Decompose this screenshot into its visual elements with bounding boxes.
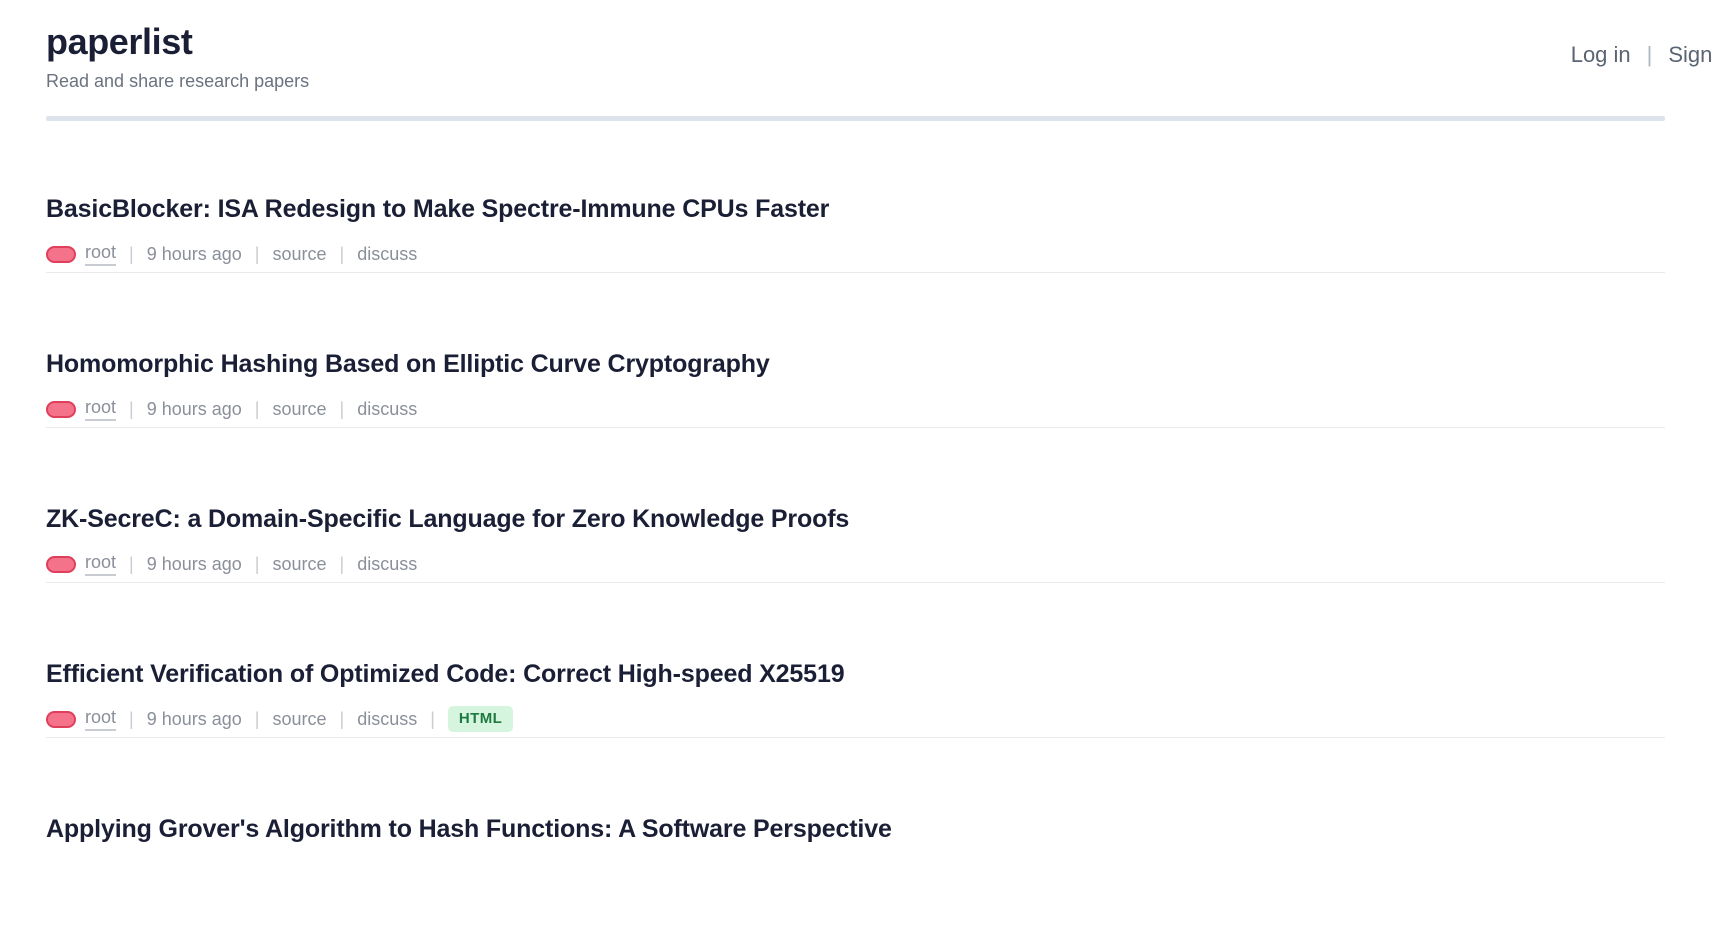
paper-title-link[interactable]: BasicBlocker: ISA Redesign to Make Spect… [46, 194, 829, 224]
paper-author-link[interactable]: root [85, 552, 117, 576]
meta-separator: | [254, 398, 260, 419]
paper-meta: root | 9 hours ago | source | discuss | HTML [46, 706, 1665, 732]
site-title[interactable]: paperlist [46, 21, 309, 62]
site-header: paperlist Read and share research papers… [0, 0, 1711, 121]
meta-separator: | [254, 708, 260, 729]
capsule-pill-icon [46, 710, 76, 728]
meta-separator: | [129, 708, 134, 729]
paperlist-page: paperlist Read and share research papers… [0, 0, 1711, 935]
paper-author-link[interactable]: root [85, 397, 117, 421]
paper-title-link[interactable]: ZK-SecreC: a Domain-Specific Language fo… [46, 504, 849, 534]
paper-author-link[interactable]: root [85, 242, 117, 266]
capsule-pill-icon [46, 555, 76, 573]
meta-separator: | [339, 243, 345, 264]
paper-row: Homomorphic Hashing Based on Elliptic Cu… [46, 273, 1665, 428]
paper-meta: root | 9 hours ago | source | discuss [46, 552, 1665, 576]
paper-title-link[interactable]: Homomorphic Hashing Based on Elliptic Cu… [46, 349, 770, 379]
sign-up-link[interactable]: Sign up [1668, 42, 1711, 68]
paper-author-link[interactable]: root [85, 707, 117, 731]
paper-title-wrap: Efficient Verification of Optimized Code… [46, 583, 1665, 689]
paper-title-wrap: ZK-SecreC: a Domain-Specific Language fo… [46, 428, 1665, 534]
paper-source-link[interactable]: source [272, 709, 326, 730]
capsule-pill-icon [46, 400, 76, 418]
paper-discuss-link[interactable]: discuss [357, 244, 417, 265]
auth-nav: Log in | Sign up [1571, 42, 1711, 68]
paper-row: ZK-SecreC: a Domain-Specific Language fo… [46, 428, 1665, 583]
auth-separator: | [1646, 42, 1653, 67]
paper-discuss-link[interactable]: discuss [357, 399, 417, 420]
paper-title-wrap: Homomorphic Hashing Based on Elliptic Cu… [46, 273, 1665, 379]
paper-row: Applying Grover's Algorithm to Hash Func… [46, 738, 1665, 844]
capsule-pill-icon [46, 245, 76, 263]
paper-format-badge[interactable]: HTML [447, 706, 514, 732]
paper-title-wrap: BasicBlocker: ISA Redesign to Make Spect… [46, 118, 1665, 224]
meta-separator: | [254, 243, 260, 264]
paper-source-link[interactable]: source [272, 399, 326, 420]
paper-source-link[interactable]: source [272, 554, 326, 575]
paper-title-link[interactable]: Efficient Verification of Optimized Code… [46, 659, 845, 689]
paper-row: Efficient Verification of Optimized Code… [46, 583, 1665, 738]
paper-source-link[interactable]: source [272, 244, 326, 265]
paper-timestamp: 9 hours ago [146, 243, 242, 264]
paper-timestamp: 9 hours ago [146, 398, 242, 419]
meta-separator: | [254, 553, 260, 574]
paper-timestamp: 9 hours ago [146, 553, 242, 574]
meta-separator: | [129, 243, 134, 264]
paper-title-wrap: Applying Grover's Algorithm to Hash Func… [46, 738, 1665, 844]
paper-meta: root | 9 hours ago | source | discuss [46, 242, 1665, 266]
log-in-link[interactable]: Log in [1571, 42, 1631, 68]
paper-timestamp: 9 hours ago [146, 708, 242, 729]
meta-separator: | [339, 398, 345, 419]
header-inner: paperlist Read and share research papers… [46, 21, 1711, 95]
site-tagline: Read and share research papers [46, 71, 310, 92]
meta-separator: | [339, 708, 345, 729]
paper-list: BasicBlocker: ISA Redesign to Make Spect… [0, 118, 1711, 844]
meta-separator: | [129, 398, 134, 419]
paper-discuss-link[interactable]: discuss [357, 554, 417, 575]
paper-title-link[interactable]: Applying Grover's Algorithm to Hash Func… [46, 814, 892, 844]
paper-discuss-link[interactable]: discuss [357, 709, 417, 730]
brand[interactable]: paperlist Read and share research papers [46, 21, 310, 95]
meta-separator: | [129, 553, 134, 574]
paper-meta: root | 9 hours ago | source | discuss [46, 397, 1665, 421]
paper-row: BasicBlocker: ISA Redesign to Make Spect… [46, 118, 1665, 273]
meta-separator: | [339, 553, 345, 574]
meta-separator: | [430, 708, 435, 729]
